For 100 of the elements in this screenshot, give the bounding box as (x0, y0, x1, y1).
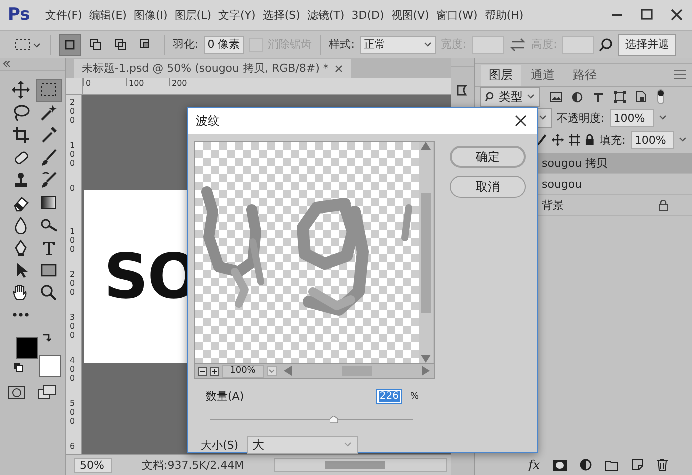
quick-mask-icon[interactable] (8, 384, 26, 400)
maximize-icon[interactable] (639, 7, 655, 23)
scroll-thumb[interactable] (421, 192, 431, 312)
search-icon[interactable] (599, 38, 614, 52)
lock-pixels-icon[interactable] (537, 134, 547, 146)
default-colors-icon[interactable] (14, 362, 24, 372)
ok-button[interactable]: 确定 (450, 146, 526, 168)
shape-filter-icon[interactable] (614, 91, 626, 103)
close-icon[interactable] (669, 7, 685, 23)
slider-thumb[interactable] (330, 416, 338, 423)
amount-field[interactable]: 226 (376, 389, 402, 404)
scroll-thumb[interactable] (325, 461, 386, 469)
trash-icon[interactable] (657, 459, 668, 471)
amount-label: 数量(A) (206, 389, 246, 404)
percent-label: % (410, 392, 419, 402)
ruler-label: 0 (86, 79, 92, 88)
menu-item[interactable]: 图层(L) (171, 8, 216, 22)
opacity-field[interactable]: 100% (610, 109, 654, 127)
marquee-tool-icon[interactable] (14, 36, 42, 52)
adjustment-layer-icon[interactable] (580, 459, 592, 471)
mask-icon[interactable] (553, 460, 567, 470)
folder-icon[interactable] (605, 460, 619, 470)
brush-tool-icon[interactable] (40, 148, 58, 167)
zoom-field[interactable]: 50% (74, 458, 112, 472)
adjustment-filter-icon[interactable] (572, 92, 583, 102)
fill-label: 填充: (600, 132, 626, 148)
image-filter-icon[interactable] (550, 92, 562, 102)
caret-icon[interactable] (267, 366, 277, 376)
swap-colors-icon[interactable] (42, 332, 52, 342)
layer-filter-select[interactable]: 类型 (480, 87, 540, 107)
menu-item[interactable]: 文字(Y) (215, 8, 260, 22)
dialog-title: 波纹 (196, 112, 220, 130)
screen-mode-icon[interactable] (38, 384, 58, 400)
background-color-swatch[interactable] (39, 354, 61, 376)
selection-mode-icon (63, 38, 77, 52)
layer-name: sougou (542, 178, 584, 190)
wand-tool-icon[interactable] (40, 104, 58, 122)
menu-item[interactable]: 帮助(H) (481, 8, 528, 22)
ruler-label: 100 (70, 142, 76, 168)
feather-field[interactable]: 0 像素 (204, 36, 244, 54)
menu-item[interactable]: 窗口(W) (432, 8, 482, 22)
fill-field[interactable]: 100% (630, 131, 674, 149)
zoom-out-icon[interactable] (198, 366, 207, 376)
lock-artboard-icon[interactable] (568, 134, 580, 146)
ruler-label: 200 (172, 79, 188, 88)
ruler-label: 100 (129, 79, 146, 88)
selection-mode-button[interactable] (59, 34, 81, 56)
size-select[interactable]: 大 (246, 436, 358, 454)
style-label: 样式: (329, 37, 355, 52)
caret-icon[interactable] (658, 114, 667, 122)
brush-tool-icon[interactable] (40, 171, 58, 190)
eyedropper-tool-icon[interactable] (40, 126, 58, 144)
marquee-tool-icon[interactable] (40, 81, 58, 100)
select-and-mask-button[interactable]: 选择并遮 (618, 34, 676, 56)
filter-toggle-icon[interactable] (657, 89, 665, 105)
horizontal-scrollbar[interactable] (274, 458, 447, 472)
style-select[interactable]: 正常 (360, 36, 436, 54)
collapse-icon[interactable] (3, 61, 11, 67)
move-tool-icon[interactable] (12, 81, 30, 100)
zoom-level-field[interactable]: 100% (222, 364, 264, 378)
menu-item[interactable]: 选择(S) (259, 8, 304, 22)
menu-item[interactable]: 文件(F) (42, 8, 86, 22)
scroll-up-icon[interactable] (421, 142, 431, 150)
menu-item[interactable]: 图像(I) (130, 8, 172, 22)
layer-name: sougou 拷贝 (542, 156, 609, 170)
close-icon[interactable] (515, 115, 527, 127)
type-filter-icon[interactable] (593, 92, 604, 102)
cancel-button[interactable]: 取消 (450, 176, 526, 198)
selected-tool-button[interactable] (36, 79, 62, 102)
foreground-color-swatch[interactable] (16, 336, 38, 358)
menu-item[interactable]: 滤镜(T) (304, 8, 348, 22)
caret-icon[interactable] (679, 136, 687, 144)
gradient-tool-icon[interactable] (40, 194, 58, 212)
menu-item[interactable]: 编辑(E) (86, 8, 130, 22)
panel-menu-icon[interactable] (674, 70, 686, 80)
zoom-tool-icon[interactable] (40, 284, 58, 302)
swap-icon[interactable] (508, 38, 527, 52)
layer-name: 背景 (542, 198, 565, 212)
document-tab[interactable]: 未标题-1.psd @ 50% (sougou 拷贝, RGB/8#) * (74, 59, 351, 78)
panel-tab[interactable]: 图层 (481, 65, 521, 86)
height-field[interactable] (562, 36, 594, 54)
new-layer-icon[interactable] (632, 459, 644, 471)
stamp-tool-icon[interactable] (12, 171, 30, 190)
menu-item[interactable]: 视图(V) (388, 8, 433, 22)
lock-icon[interactable] (585, 134, 596, 146)
zoom-in-icon[interactable] (210, 366, 219, 376)
panel-tab[interactable]: 路径 (565, 65, 605, 86)
smart-object-filter-icon[interactable] (636, 91, 647, 103)
vertical-scrollbar[interactable] (419, 142, 433, 363)
width-field[interactable] (472, 36, 504, 54)
crop-tool-icon[interactable] (12, 126, 30, 144)
layer-style-button[interactable]: fx (528, 458, 540, 472)
drop-tool-icon[interactable] (12, 216, 30, 234)
menu-item[interactable]: 3D(D) (348, 8, 388, 22)
selection-mode-icon (114, 38, 128, 52)
lock-position-icon[interactable] (552, 134, 564, 146)
lasso-tool-icon[interactable] (12, 104, 30, 122)
scroll-down-icon[interactable] (421, 355, 431, 363)
caret-icon (424, 40, 432, 48)
panel-tab[interactable]: 通道 (523, 65, 563, 86)
